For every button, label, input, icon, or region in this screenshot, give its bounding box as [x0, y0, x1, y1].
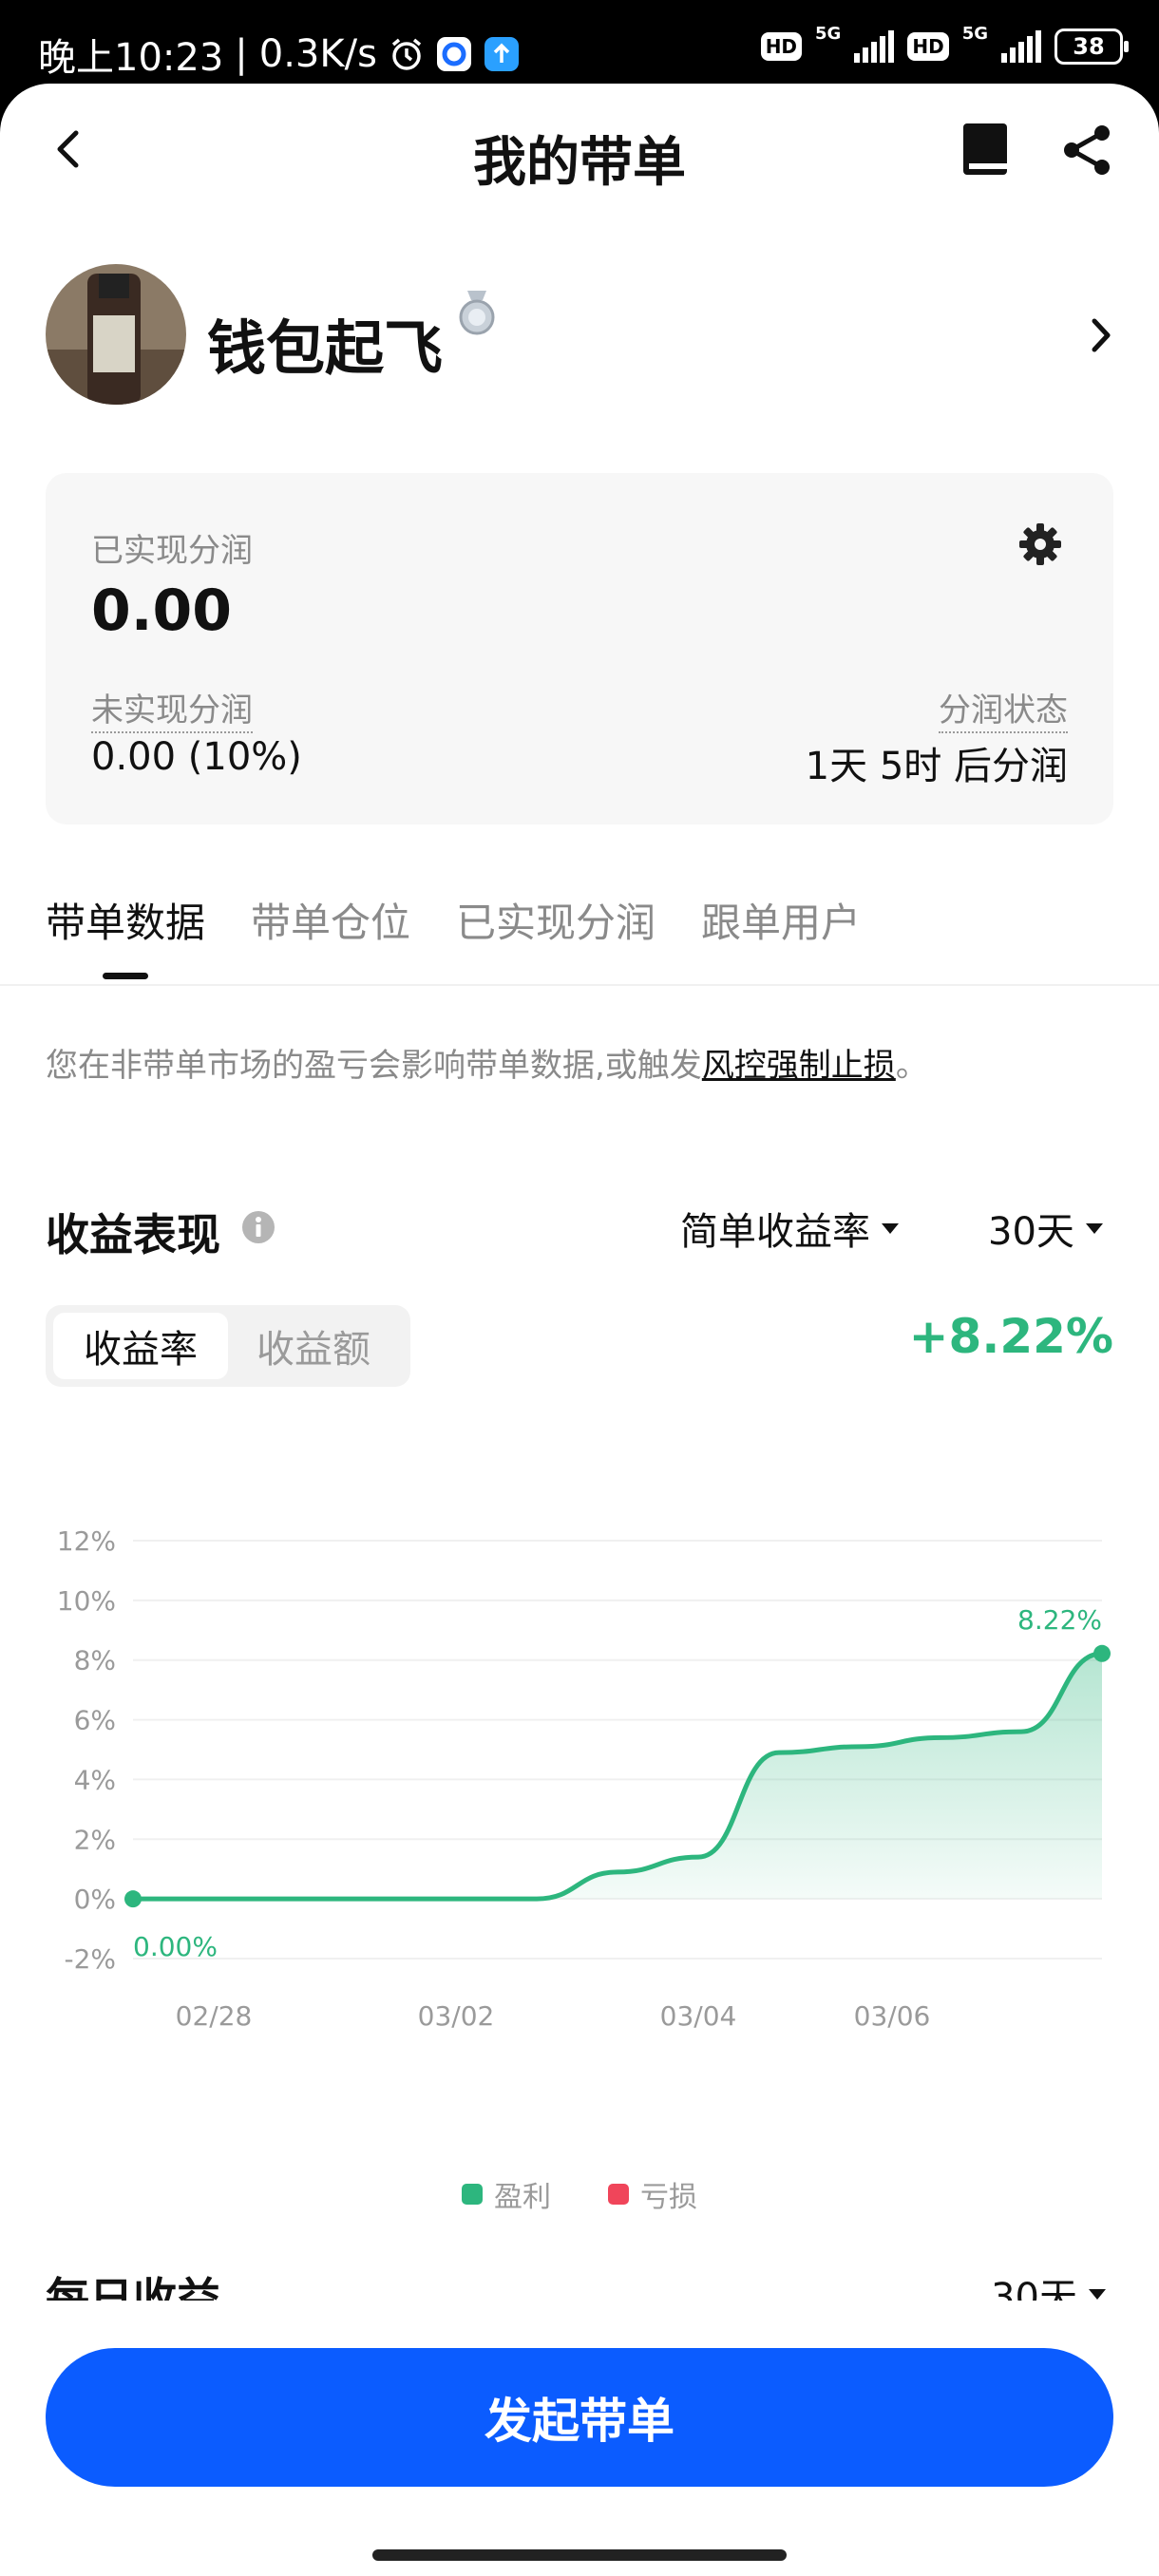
- tab-followers[interactable]: 跟单用户: [701, 891, 861, 949]
- risk-control-link[interactable]: 风控强制止损: [702, 1047, 896, 1085]
- x-tick-label: 03/06: [854, 2000, 931, 2032]
- start-copy-button[interactable]: 发起带单: [46, 2348, 1113, 2487]
- realized-value: 0.00: [91, 578, 233, 644]
- risk-notice: 您在非带单市场的盈亏会影响带单数据,或触发风控强制止损。: [46, 1039, 928, 1086]
- y-tick-label: 8%: [74, 1645, 116, 1676]
- app-notification-icon: [436, 36, 472, 72]
- unrealized-label[interactable]: 未实现分润: [91, 684, 253, 733]
- legend-profit: 盈利: [462, 2173, 551, 2215]
- end-value-label: 8.22%: [1017, 1604, 1102, 1636]
- chart-legend: 盈利 亏损: [0, 2173, 1159, 2215]
- hd-badge: HD: [760, 32, 803, 61]
- x-tick-label: 03/02: [418, 2000, 495, 2032]
- x-tick-label: 03/04: [660, 2000, 737, 2032]
- chevron-right-icon[interactable]: [1085, 315, 1117, 355]
- chevron-down-icon: [1085, 1222, 1103, 1234]
- tab-copy-positions[interactable]: 带单仓位: [251, 891, 410, 949]
- y-tick-label: -2%: [64, 1943, 116, 1975]
- gear-icon[interactable]: [1016, 521, 1064, 568]
- return-chart[interactable]: 12% 10% 8% 6% 4% 2% 0% -2% 02/28 03/02 03/04 03/06 0…: [0, 1508, 1159, 2154]
- medal-icon: [459, 291, 495, 335]
- realized-label: 已实现分润: [91, 532, 253, 570]
- status-time: 晚上10:23: [38, 36, 224, 80]
- alarm-icon: [389, 36, 425, 72]
- unrealized-value: 0.00 (10%): [91, 735, 302, 779]
- notice-end: 。: [895, 1047, 928, 1085]
- rate-amount-toggle: 收益率 收益额: [46, 1305, 410, 1387]
- username: 钱包起飞: [207, 313, 444, 383]
- status-value: 1天 5时 后分润: [805, 745, 1068, 788]
- app-screen: 我的带单 钱包起飞 已实现分润 0.00 未实现分润 0.00 (10%) 分润…: [0, 84, 1159, 2576]
- period-dropdown[interactable]: 30天: [988, 1201, 1103, 1256]
- tab-realized-share[interactable]: 已实现分润: [456, 891, 656, 949]
- y-tick-label: 0%: [74, 1884, 116, 1915]
- seg-amount[interactable]: 收益额: [226, 1313, 401, 1379]
- legend-loss-swatch: [608, 2184, 629, 2205]
- tab-bar: 带单数据 带单仓位 已实现分润 跟单用户: [0, 881, 1159, 986]
- end-point: [1093, 1644, 1111, 1662]
- status-left: 晚上10:23 | 0.3K/s: [38, 27, 520, 82]
- chevron-down-icon: [1089, 2288, 1106, 2300]
- profit-share-card: 已实现分润 0.00 未实现分润 0.00 (10%) 分润状态 1天 5时 后…: [46, 473, 1113, 824]
- total-return: +8.22%: [908, 1309, 1113, 1364]
- y-tick-label: 10%: [57, 1585, 116, 1617]
- upload-notification-icon: [484, 36, 520, 72]
- seg-rate[interactable]: 收益率: [53, 1313, 228, 1379]
- status-divider: |: [235, 32, 248, 76]
- active-tab-indicator: [103, 973, 148, 979]
- info-icon[interactable]: [241, 1210, 276, 1244]
- y-tick-label: 4%: [74, 1764, 116, 1795]
- legend-loss: 亏损: [608, 2173, 697, 2215]
- network-type-2: 5G: [961, 23, 988, 44]
- chevron-down-icon: [882, 1222, 899, 1234]
- status-bar: 晚上10:23 | 0.3K/s HD 5G HD 5G 38: [0, 0, 1159, 95]
- network-type: 5G: [815, 23, 842, 44]
- battery-icon: 38: [1054, 28, 1129, 65]
- metric-dropdown[interactable]: 简单收益率: [680, 1201, 899, 1256]
- book-icon[interactable]: [960, 122, 1013, 179]
- avatar: [46, 264, 186, 405]
- home-indicator[interactable]: [372, 2549, 787, 2561]
- performance-title: 收益表现: [46, 1209, 220, 1260]
- start-value-label: 0.00%: [133, 1931, 218, 1962]
- hd-badge-2: HD: [907, 32, 949, 61]
- tab-copy-data[interactable]: 带单数据: [46, 891, 205, 949]
- y-tick-label: 12%: [57, 1525, 116, 1557]
- y-tick-label: 6%: [74, 1705, 116, 1736]
- status-speed: 0.3K/s: [258, 32, 377, 76]
- series-area: [133, 1653, 1102, 1900]
- status-right: HD 5G HD 5G 38: [760, 24, 1129, 65]
- y-tick-label: 2%: [74, 1824, 116, 1855]
- start-point: [124, 1890, 142, 1908]
- nav-bar: 我的带单: [0, 84, 1159, 217]
- profile-row[interactable]: 钱包起飞: [0, 264, 1159, 416]
- x-tick-label: 02/28: [176, 2000, 253, 2032]
- status-label[interactable]: 分润状态: [939, 684, 1068, 733]
- notice-text: 您在非带单市场的盈亏会影响带单数据,或触发: [46, 1047, 702, 1085]
- legend-profit-swatch: [462, 2184, 483, 2205]
- signal-icon-2: [1001, 30, 1041, 63]
- share-icon[interactable]: [1058, 122, 1115, 179]
- signal-icon: [854, 30, 895, 63]
